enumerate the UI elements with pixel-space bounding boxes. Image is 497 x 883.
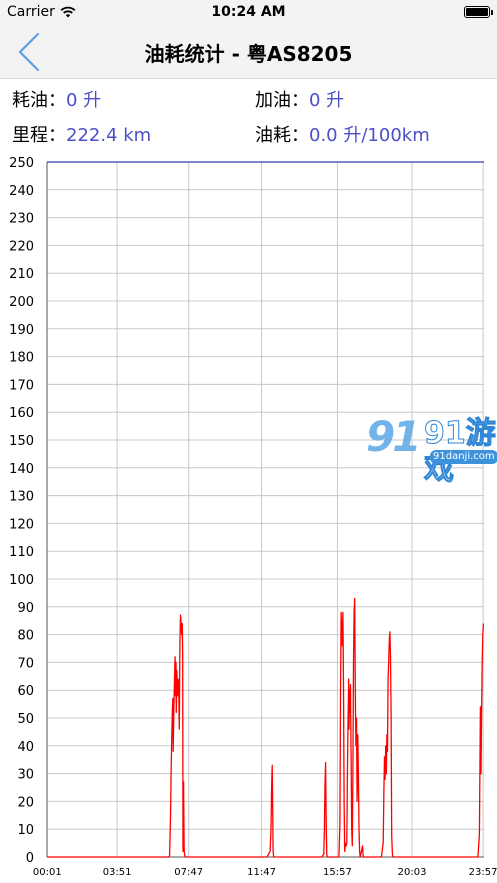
y-tick-label: 210 [9, 267, 34, 282]
battery-icon [464, 6, 493, 18]
x-tick-label: 15:57 [323, 867, 352, 878]
stats-panel: 耗油：0 升 加油：0 升 里程：222.4 km 油耗：0.0 升/100km [0, 79, 497, 159]
x-tick-label: 00:01 [33, 867, 62, 878]
x-tick-label: 23:57 [469, 867, 497, 878]
y-tick-label: 250 [9, 156, 34, 171]
y-tick-label: 80 [17, 629, 34, 644]
stat-value: 0 升 [309, 90, 345, 111]
y-tick-label: 230 [9, 212, 34, 227]
y-tick-label: 140 [9, 462, 34, 477]
fuel-chart: 0 10 20 30 40 50 60 70 80 90 100 110 120 130 140 150 160… [9, 156, 497, 878]
stat-label: 耗油： [12, 90, 66, 111]
y-tick-label: 190 [9, 323, 34, 338]
y-tick-label: 90 [17, 601, 34, 616]
stat-label: 里程： [12, 125, 66, 146]
stat-fuel-added: 加油：0 升 [255, 86, 344, 112]
y-tick-label: 30 [17, 768, 34, 783]
stat-value: 0 升 [66, 90, 102, 111]
y-tick-label: 0 [26, 851, 34, 866]
y-tick-label: 50 [17, 712, 34, 727]
page-title: 油耗统计 - 粤AS8205 [144, 42, 353, 66]
y-tick-label: 110 [9, 545, 34, 560]
navigation-bar: 油耗统计 - 粤AS8205 [0, 26, 497, 79]
stat-fuel-used: 耗油：0 升 [12, 86, 101, 112]
stat-consumption: 油耗：0.0 升/100km [255, 121, 430, 147]
y-tick-label: 40 [17, 740, 34, 755]
y-tick-label: 130 [9, 490, 34, 505]
stat-value: 222.4 km [66, 125, 152, 146]
stat-label: 油耗： [255, 125, 309, 146]
stat-value: 0.0 升/100km [309, 125, 430, 146]
y-tick-label: 180 [9, 351, 34, 366]
status-time: 10:24 AM [211, 4, 286, 20]
watermark-url: 91danji.com [430, 450, 497, 464]
y-tick-label: 240 [9, 184, 34, 199]
x-tick-label: 07:47 [174, 867, 203, 878]
y-tick-label: 120 [9, 517, 34, 532]
y-tick-label: 60 [17, 684, 34, 699]
y-tick-label: 10 [17, 823, 34, 838]
y-tick-label: 160 [9, 406, 34, 421]
status-bar: Carrier 10:24 AM [0, 0, 497, 26]
x-tick-label: 20:03 [398, 867, 427, 878]
watermark-logo: 91 91游戏 91danji.com [366, 412, 497, 488]
stat-label: 加油： [255, 90, 309, 111]
y-tick-label: 20 [17, 795, 34, 810]
y-tick-label: 150 [9, 434, 34, 449]
y-tick-label: 100 [9, 573, 34, 588]
x-tick-label: 03:51 [103, 867, 132, 878]
y-tick-label: 170 [9, 378, 34, 393]
stat-mileage: 里程：222.4 km [12, 121, 151, 147]
y-tick-label: 220 [9, 239, 34, 254]
x-tick-label: 11:47 [247, 867, 276, 878]
y-tick-label: 70 [17, 656, 34, 671]
series-line [47, 597, 485, 858]
y-tick-label: 200 [9, 295, 34, 310]
